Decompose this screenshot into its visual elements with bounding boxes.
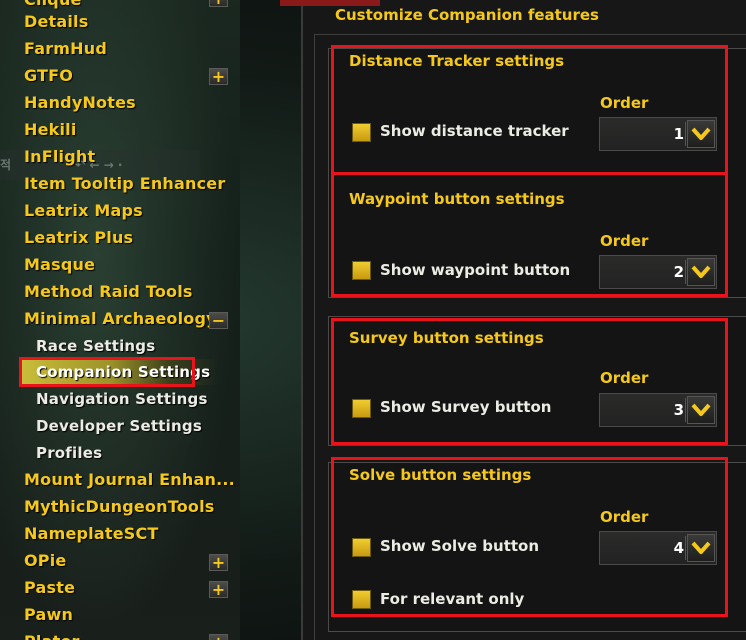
sidebar-subitem-profiles[interactable]: Profiles: [36, 440, 102, 466]
expand-plus-icon[interactable]: +: [209, 554, 228, 571]
sidebar-item-leatrix-plus[interactable]: Leatrix Plus: [24, 225, 133, 251]
sidebar-item-handynotes[interactable]: HandyNotes: [24, 90, 136, 116]
sidebar-item-method-raid-tools[interactable]: Method Raid Tools: [24, 279, 193, 305]
sidebar-item-item-tooltip-enhancer[interactable]: Item Tooltip Enhancer: [24, 171, 225, 197]
sidebar-item-mythicdungeontools[interactable]: MythicDungeonTools: [24, 494, 215, 520]
sidebar-item-hekili[interactable]: Hekili: [24, 117, 77, 143]
expand-plus-icon[interactable]: +: [209, 0, 228, 7]
sidebar-item-inflight[interactable]: InFlight: [24, 144, 95, 170]
annotation-box-distance-tracker: [331, 45, 728, 175]
collapse-minus-icon[interactable]: −: [209, 312, 228, 329]
page-title: Customize Companion features: [335, 6, 599, 24]
sidebar-item-leatrix-maps[interactable]: Leatrix Maps: [24, 198, 143, 224]
sidebar-item-opie[interactable]: OPie: [24, 548, 66, 574]
sidebar-subitem-developer-settings[interactable]: Developer Settings: [36, 413, 202, 439]
sidebar-item-farmhud[interactable]: FarmHud: [24, 36, 107, 62]
expand-plus-icon[interactable]: +: [209, 581, 228, 598]
sidebar-item-plater[interactable]: Plater: [24, 629, 80, 640]
selected-item-annotation-box: [19, 357, 195, 387]
sidebar-item-gtfo[interactable]: GTFO: [24, 63, 73, 89]
sidebar-subitem-navigation-settings[interactable]: Navigation Settings: [36, 386, 208, 412]
sidebar-item-mount-journal-enhanced[interactable]: Mount Journal Enhan...: [24, 467, 235, 493]
annotation-box-solve: [331, 457, 728, 617]
sidebar-item-minimal-archaeology[interactable]: Minimal Archaeology: [24, 306, 217, 332]
sidebar-subitem-race-settings[interactable]: Race Settings: [36, 333, 155, 359]
expand-plus-icon[interactable]: +: [209, 634, 228, 640]
annotation-box-survey: [331, 318, 728, 445]
sidebar-item-masque[interactable]: Masque: [24, 252, 95, 278]
app-window: 적 ↶ ← → · Clique + Details FarmHud GTFO …: [0, 0, 746, 640]
background-glyph: 적: [0, 158, 12, 172]
sidebar-item-paste[interactable]: Paste: [24, 575, 75, 601]
sidebar-item-details[interactable]: Details: [24, 9, 88, 35]
expand-plus-icon[interactable]: +: [209, 68, 228, 85]
annotation-box-waypoint: [331, 172, 728, 297]
sidebar-item-pawn[interactable]: Pawn: [24, 602, 73, 628]
sidebar-item-nameplatesct[interactable]: NameplateSCT: [24, 521, 159, 547]
